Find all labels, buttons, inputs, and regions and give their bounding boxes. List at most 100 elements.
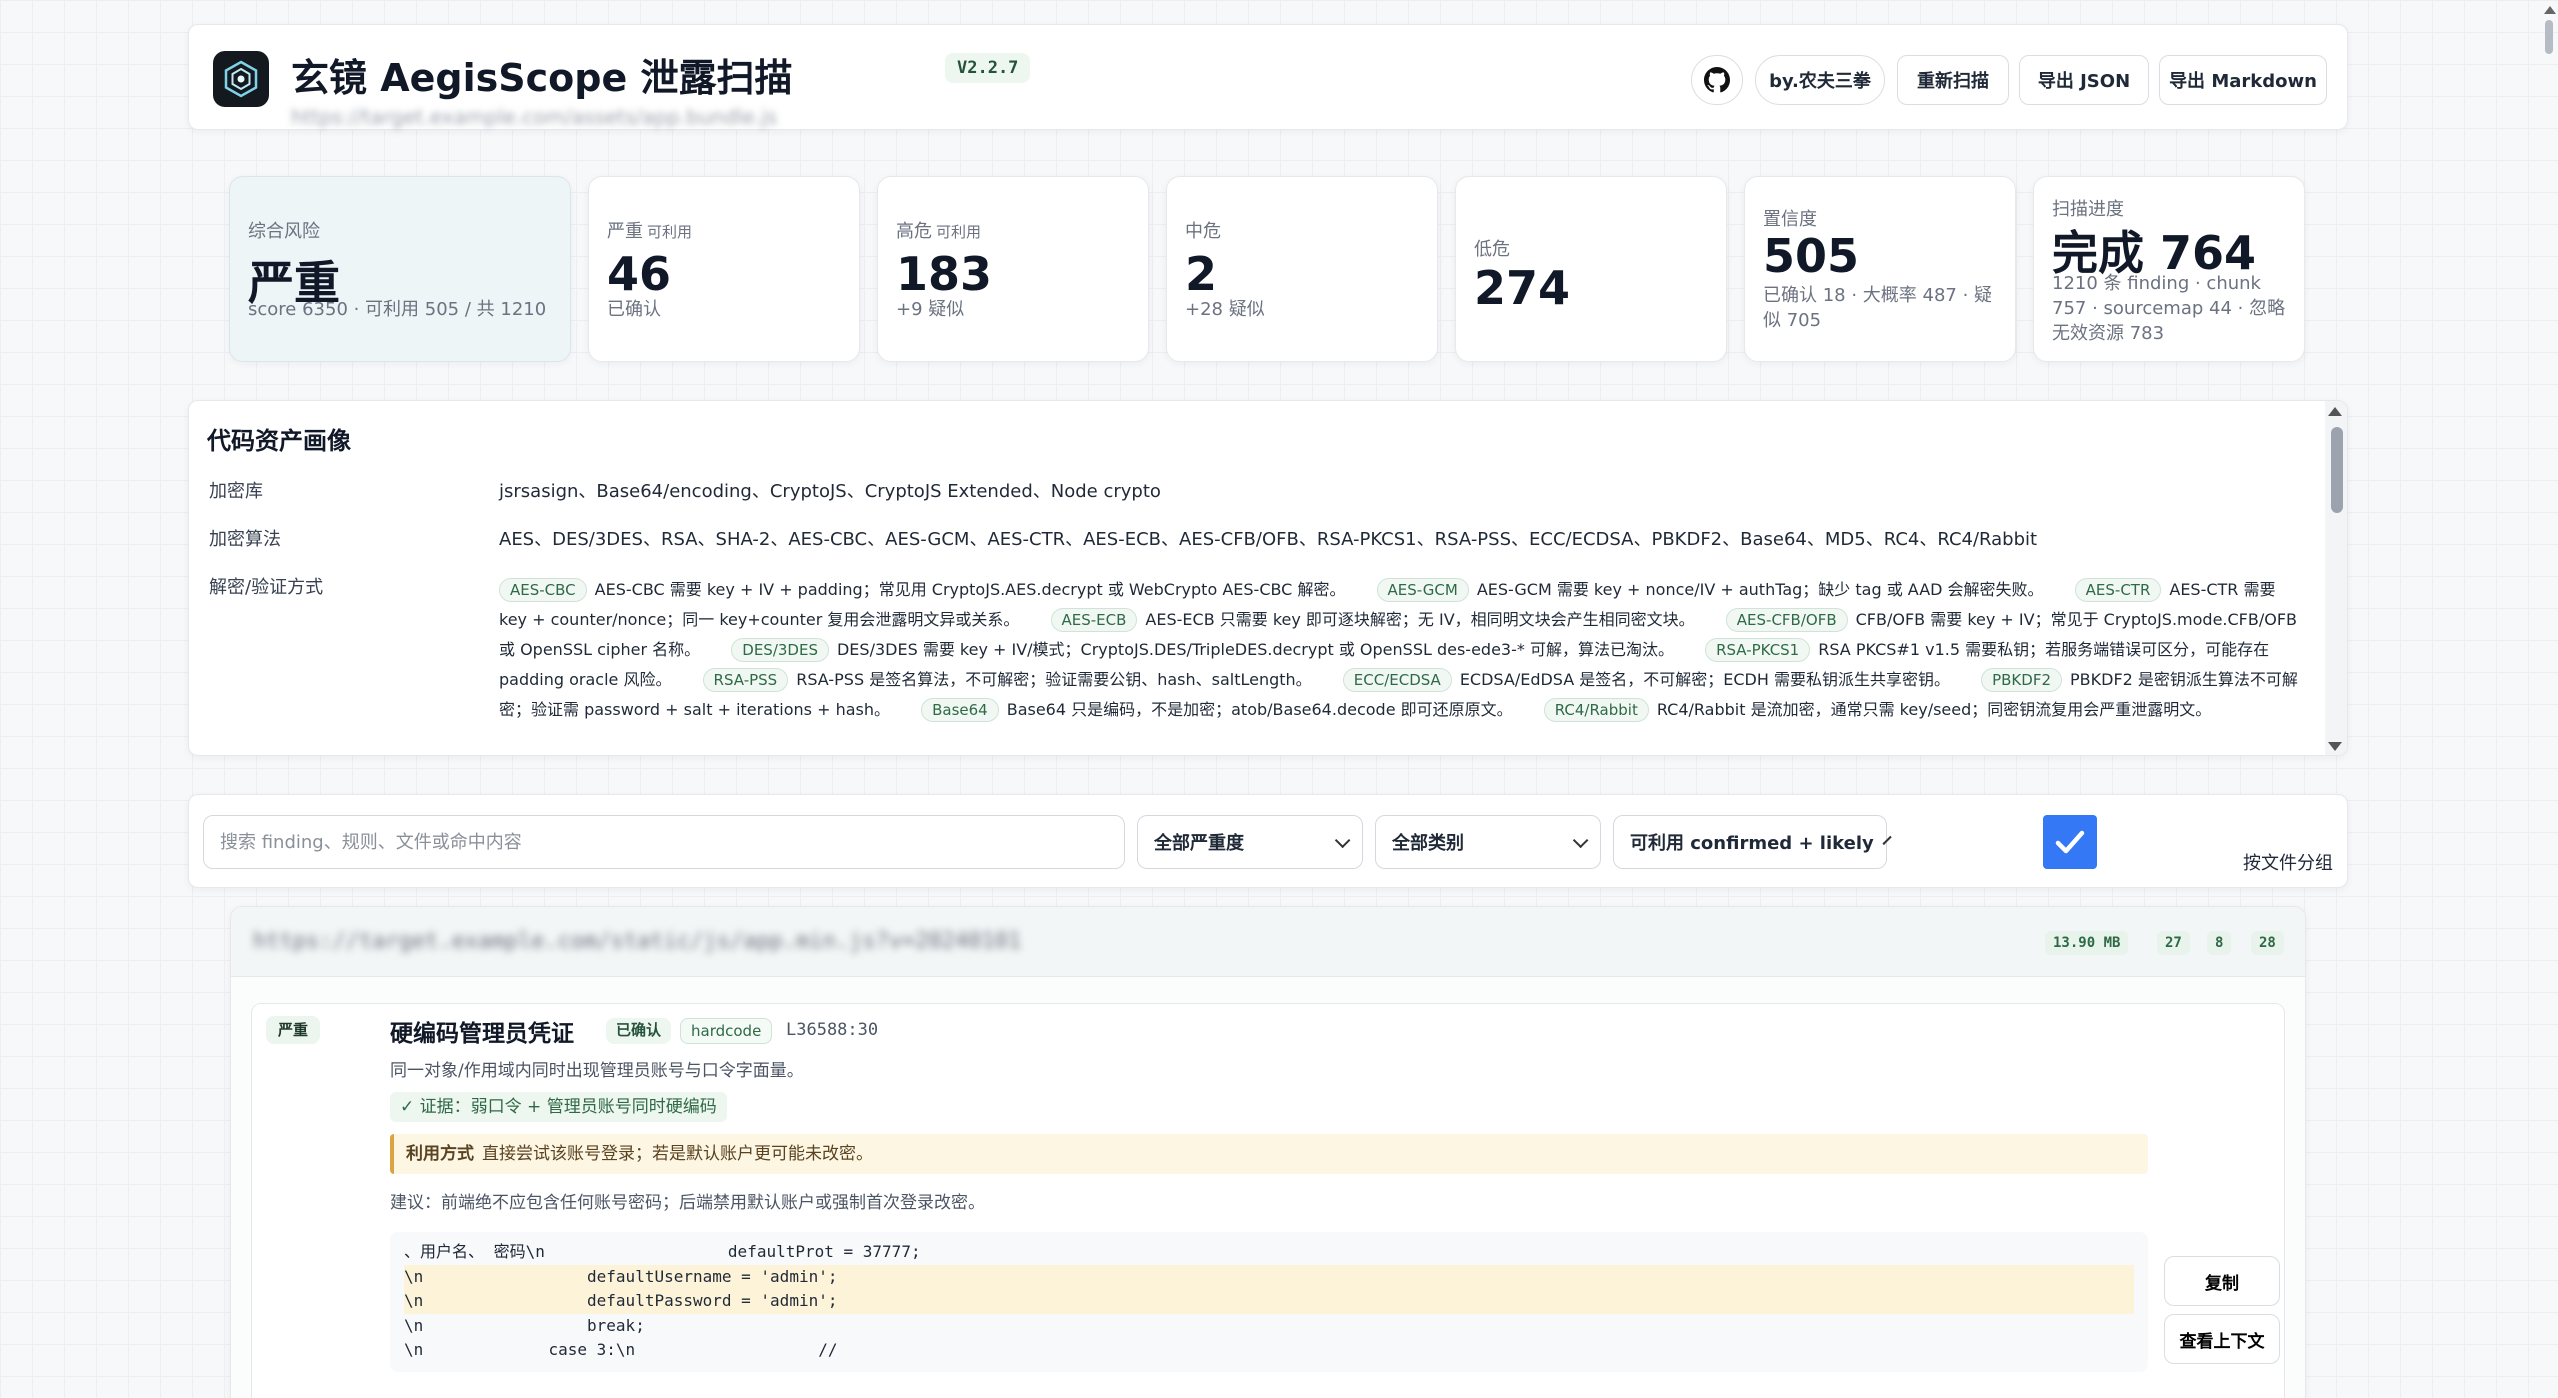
stat-label-tag: 可利用 <box>936 223 982 241</box>
asset-profile-panel: 代码资产画像 加密库 jsrsasign、Base64/encoding、Cry… <box>188 400 2348 756</box>
hexagon-logo-icon <box>224 60 258 98</box>
file-path: https://target.example.com/static/js/app… <box>253 929 1022 954</box>
stat-sub: +9 疑似 <box>896 299 965 320</box>
crypto-libs-label: 加密库 <box>209 481 263 502</box>
algo-desc: AES-GCM 需要 key + nonce/IV + authTag；缺少 t… <box>1476 580 2044 599</box>
stat-label-text: 高危 <box>896 221 932 242</box>
stat-label-tag: 可利用 <box>647 223 693 241</box>
algo-desc: ECDSA/EdDSA 是签名，不可解密；ECDH 需要私钥派生共享密钥。 <box>1459 670 1950 689</box>
export-markdown-button[interactable]: 导出 Markdown <box>2159 55 2327 105</box>
stat-value: 505 <box>1763 229 1860 283</box>
scrollbar-thumb[interactable] <box>2331 427 2343 513</box>
stat-high[interactable]: 高危 可利用 183 +9 疑似 <box>877 176 1149 362</box>
search-input[interactable] <box>203 815 1125 869</box>
view-context-button[interactable]: 查看上下文 <box>2164 1314 2280 1364</box>
github-button[interactable] <box>1691 55 1743 105</box>
code-line: \n case 3:\n // <box>404 1340 838 1359</box>
copy-button[interactable]: 复制 <box>2164 1256 2280 1306</box>
exploitability-select[interactable]: 可利用 confirmed + likely <box>1613 815 1892 869</box>
algo-desc: RC4/Rabbit 是流加密，通常只需 key/seed；同密钥流复用会严重泄… <box>1656 700 2212 719</box>
stat-confidence: 置信度 505 已确认 18 · 大概率 487 · 疑似 705 <box>1744 176 2016 362</box>
scroll-up-arrow-icon[interactable] <box>2328 407 2342 416</box>
algo-desc: Base64 只是编码，不是加密；atob/Base64.decode 即可还原… <box>1006 700 1513 719</box>
category-select[interactable]: 全部类别 <box>1375 815 1601 869</box>
stat-label: 高危 可利用 <box>896 217 981 243</box>
severity-select-value: 全部严重度 <box>1154 833 1244 854</box>
stat-medium[interactable]: 中危 2 +28 疑似 <box>1166 176 1438 362</box>
version-badge: V2.2.7 <box>945 53 1031 83</box>
stat-sub: 已确认 <box>607 299 661 320</box>
checkmark-icon <box>2055 830 2085 854</box>
algo-tag: AES-ECB <box>1050 608 1138 632</box>
group-by-file-label[interactable]: 按文件分组 <box>2243 849 2333 875</box>
chevron-down-icon <box>1882 835 1892 845</box>
stat-overall-risk: 综合风险 严重 score 6350 · 可利用 505 / 共 1210 <box>229 176 571 362</box>
medium-count-badge: 28 <box>2251 931 2284 955</box>
crypto-algos-label: 加密算法 <box>209 529 281 550</box>
code-snippet: 、用户名、 密码\n defaultProt = 37777; \n defau… <box>390 1232 2148 1372</box>
code-line: 、用户名、 密码\n defaultProt = 37777; <box>404 1242 921 1261</box>
asset-panel-scrollbar[interactable] <box>2325 401 2347 755</box>
algo-tag: AES-GCM <box>1376 578 1469 602</box>
rule-badge: hardcode <box>680 1018 773 1044</box>
algo-tag: PBKDF2 <box>1981 668 2062 692</box>
crypto-libs-value: jsrsasign、Base64/encoding、CryptoJS、Crypt… <box>499 481 1161 502</box>
code-line-highlighted: \n defaultPassword = 'admin'; <box>404 1289 2134 1314</box>
algo-tag: Base64 <box>921 698 999 722</box>
scan-target-url: https://target.example.com/assets/app.bu… <box>291 105 778 129</box>
stat-sub: 已确认 18 · 大概率 487 · 疑似 705 <box>1763 285 1993 331</box>
high-count-badge: 8 <box>2207 931 2232 955</box>
group-by-file-checkbox[interactable] <box>2043 815 2097 869</box>
critical-count-badge: 27 <box>2157 931 2190 955</box>
severity-badge: 严重 <box>266 1016 321 1044</box>
stat-low[interactable]: 低危 274 <box>1455 176 1727 362</box>
stat-sub: score 6350 · 可利用 505 / 共 1210 <box>248 299 547 320</box>
finding-card: 严重 硬编码管理员凭证 已确认 hardcode L36588:30 同一对象/… <box>251 1003 2285 1398</box>
file-group: https://target.example.com/static/js/app… <box>230 906 2306 1398</box>
stat-value: 274 <box>1474 261 1571 315</box>
algo-tag: ECC/ECDSA <box>1342 668 1452 692</box>
crypto-algos-value: AES、DES/3DES、RSA、SHA-2、AES-CBC、AES-GCM、A… <box>499 529 2038 550</box>
stat-scan-progress: 扫描进度 完成 764 1210 条 finding · chunk 757 ·… <box>2033 176 2305 362</box>
stat-value: 46 <box>607 247 672 301</box>
stat-label-text: 严重 <box>607 221 643 242</box>
page-scrollbar[interactable] <box>2540 0 2558 1398</box>
file-size-badge: 13.90 MB <box>2045 931 2129 955</box>
algo-tag: RC4/Rabbit <box>1543 698 1649 722</box>
algo-tag: AES-CBC <box>499 578 587 602</box>
code-line: \n break; <box>404 1315 645 1335</box>
app-header: 玄镜 AegisScope 泄露扫描 V2.2.7 https://target… <box>188 24 2348 130</box>
stat-label: 置信度 <box>1763 209 1817 230</box>
algo-tag: AES-CTR <box>2074 578 2162 602</box>
github-icon <box>1704 67 1730 93</box>
file-group-header[interactable]: https://target.example.com/static/js/app… <box>231 907 2305 977</box>
stat-label: 综合风险 <box>248 221 320 242</box>
scroll-up-arrow-icon[interactable] <box>2544 6 2556 14</box>
exploit-label: 利用方式 <box>406 1144 474 1164</box>
stat-label: 严重 可利用 <box>607 217 692 243</box>
stat-label: 低危 <box>1474 239 1510 260</box>
exploitability-select-value: 可利用 confirmed + likely <box>1630 833 1874 854</box>
stat-value: 183 <box>896 247 993 301</box>
finding-evidence: ✓ 证据：弱口令 + 管理员账号同时硬编码 <box>390 1092 727 1122</box>
rescan-button[interactable]: 重新扫描 <box>1897 55 2009 105</box>
finding-description: 同一对象/作用域内同时出现管理员账号与口令字面量。 <box>390 1061 804 1081</box>
category-select-value: 全部类别 <box>1392 833 1464 854</box>
severity-select[interactable]: 全部严重度 <box>1137 815 1363 869</box>
algo-tag: AES-CFB/OFB <box>1725 608 1848 632</box>
decrypt-methods-label: 解密/验证方式 <box>209 577 324 598</box>
algo-desc: AES-ECB 只需要 key 即可逐块解密；无 IV，相同明文块会产生相同密文… <box>1145 610 1695 629</box>
algo-desc: DES/3DES 需要 key + IV/模式；CryptoJS.DES/Tri… <box>836 640 1674 659</box>
export-json-button[interactable]: 导出 JSON <box>2019 55 2149 105</box>
chevron-down-icon <box>1572 832 1589 848</box>
stat-critical[interactable]: 严重 可利用 46 已确认 <box>588 176 860 362</box>
page-scrollbar-thumb[interactable] <box>2545 20 2553 54</box>
finding-exploit: 利用方式 直接尝试该账号登录；若是默认账户更可能未改密。 <box>390 1134 2148 1174</box>
algo-desc: AES-CBC 需要 key + IV + padding；常见用 Crypto… <box>594 580 1346 599</box>
author-button[interactable]: by.农夫三拳 <box>1755 55 1885 105</box>
algo-desc: RSA-PSS 是签名算法，不可解密；验证需要公钥、hash、saltLengt… <box>796 670 1312 689</box>
app-logo <box>213 51 269 107</box>
stat-sub: 1210 条 finding · chunk 757 · sourcemap 4… <box>2052 273 2286 344</box>
scroll-down-arrow-icon[interactable] <box>2328 742 2342 751</box>
algo-tag: DES/3DES <box>731 638 829 662</box>
